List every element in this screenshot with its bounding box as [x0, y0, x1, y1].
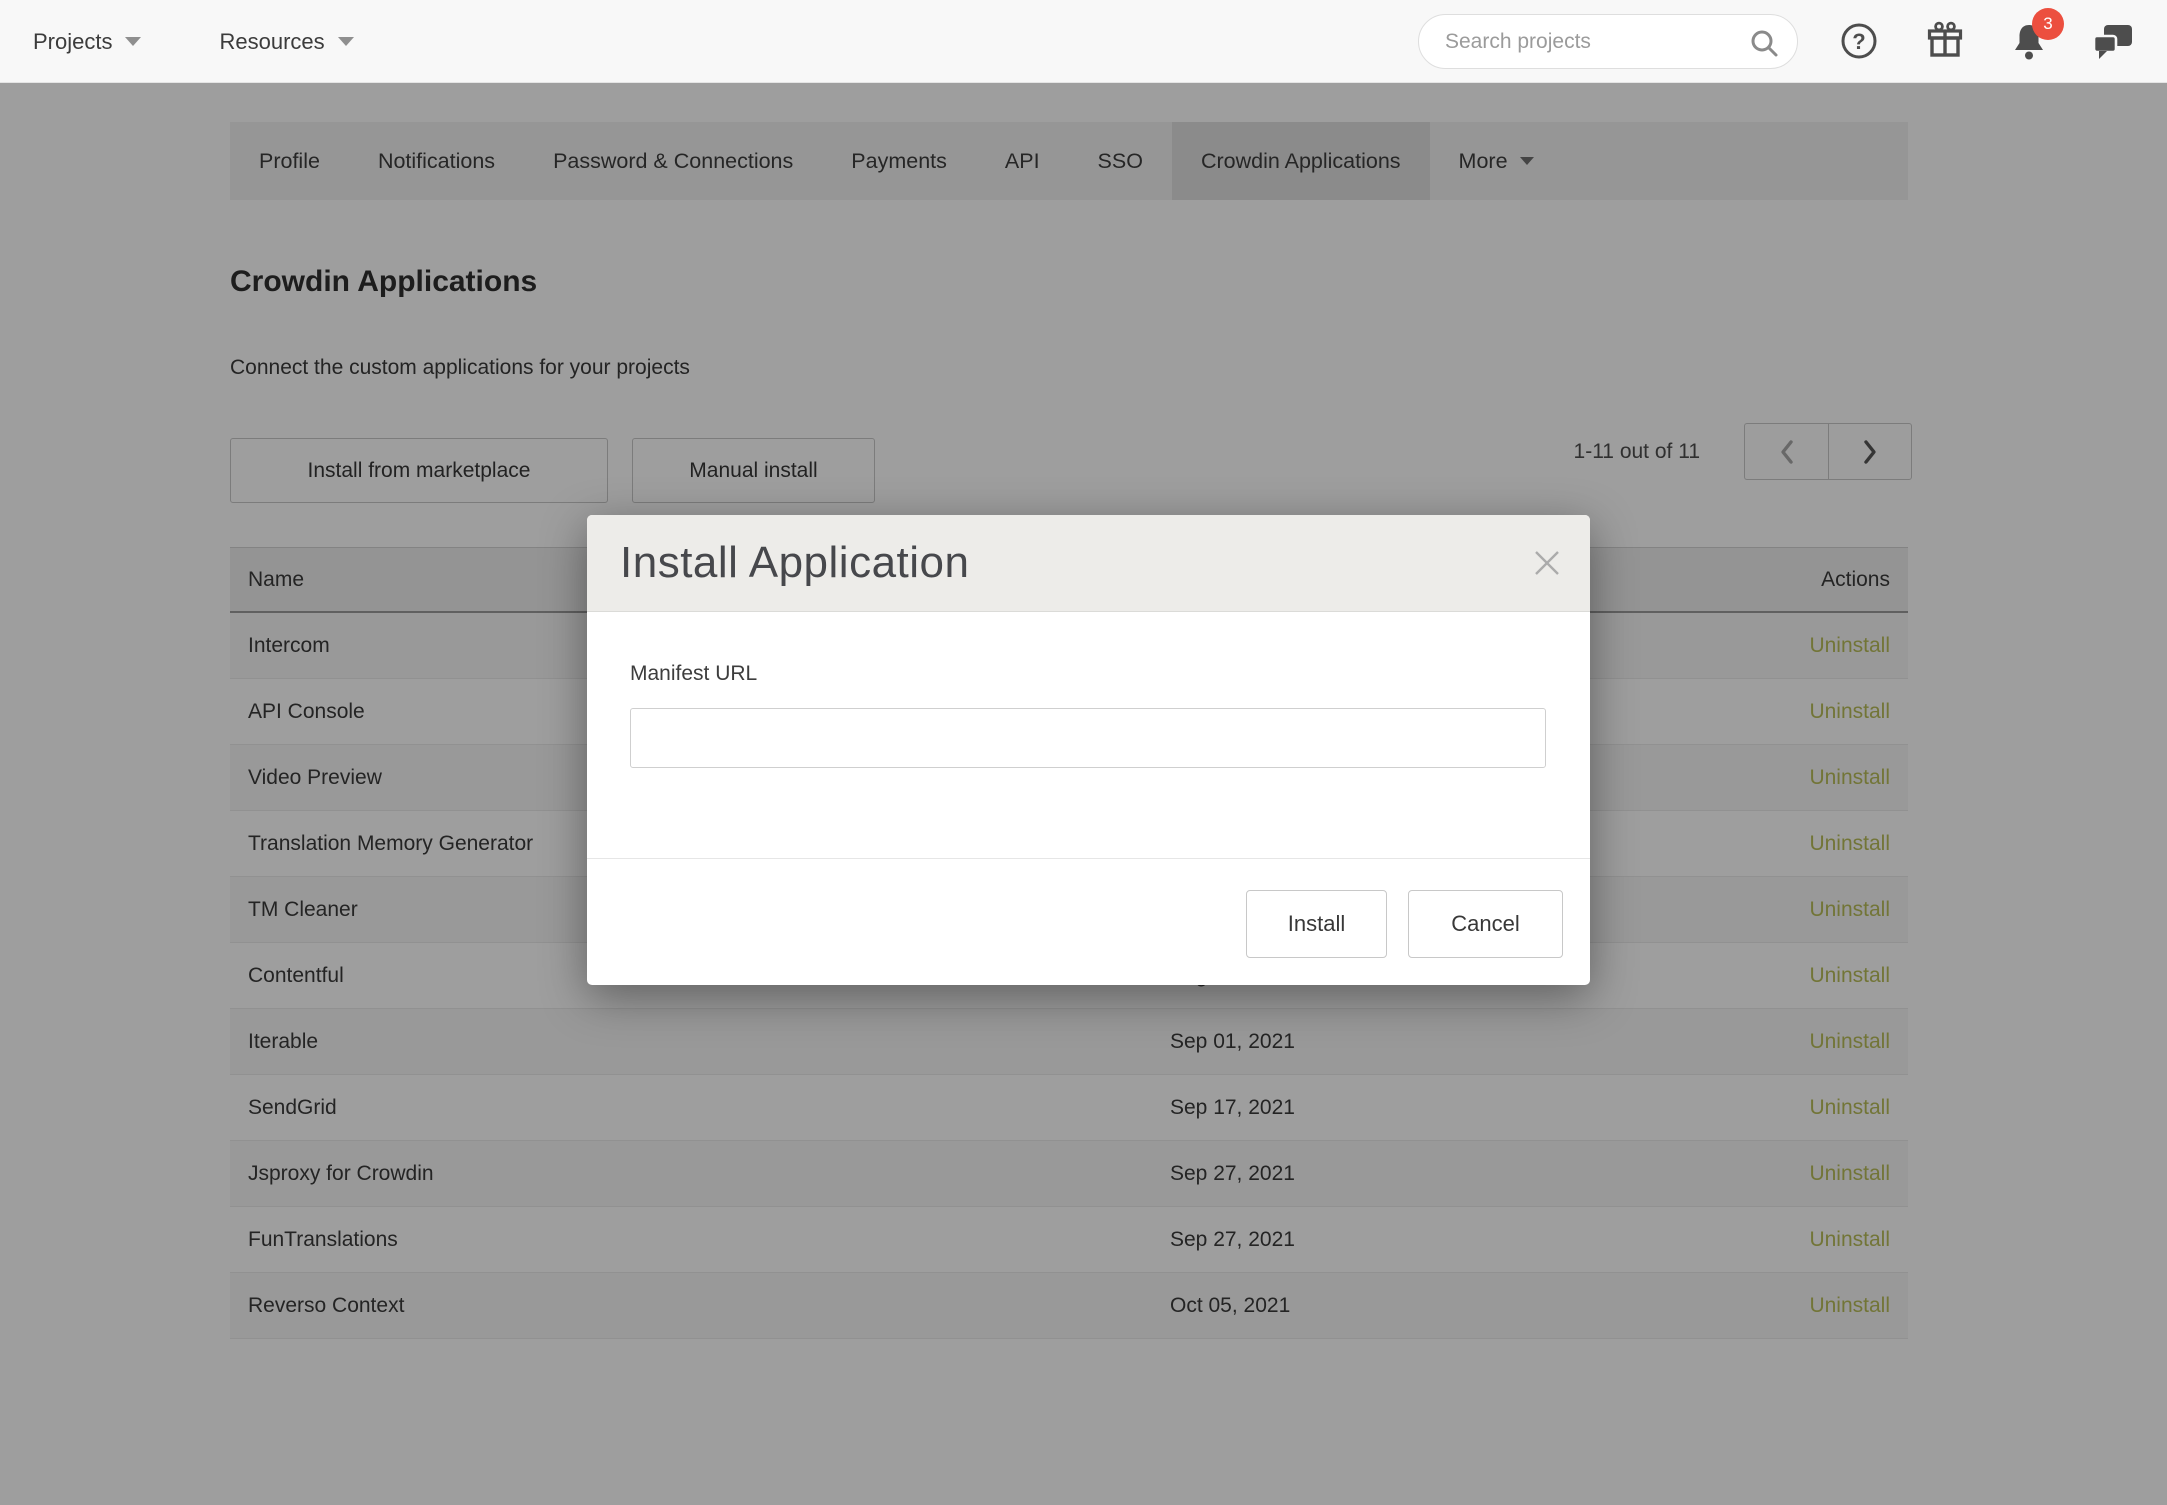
- projects-menu[interactable]: Projects: [33, 29, 141, 55]
- gift-icon[interactable]: [1925, 21, 1965, 66]
- resources-menu-label: Resources: [219, 29, 324, 55]
- navbar-menu: Projects Resources: [33, 0, 354, 83]
- install-application-modal: Install Application Manifest URL Install…: [587, 515, 1590, 985]
- modal-title: Install Application: [620, 515, 970, 610]
- chevron-down-icon: [338, 37, 354, 46]
- search-input[interactable]: [1445, 15, 1745, 68]
- resources-menu[interactable]: Resources: [219, 29, 353, 55]
- search-icon[interactable]: [1749, 28, 1779, 63]
- projects-menu-label: Projects: [33, 29, 112, 55]
- manifest-url-input[interactable]: [630, 708, 1546, 768]
- manifest-url-label: Manifest URL: [630, 662, 757, 686]
- chat-icon[interactable]: [2092, 23, 2134, 66]
- install-button[interactable]: Install: [1246, 890, 1387, 958]
- close-icon[interactable]: [1530, 546, 1564, 580]
- modal-header: Install Application: [587, 515, 1590, 612]
- top-navbar: Projects Resources ?: [0, 0, 2167, 83]
- notification-badge: 3: [2032, 8, 2064, 40]
- search-box: [1418, 14, 1798, 69]
- modal-footer: Install Cancel: [587, 858, 1590, 985]
- help-icon[interactable]: ?: [1840, 22, 1878, 65]
- svg-text:?: ?: [1852, 29, 1865, 54]
- cancel-button[interactable]: Cancel: [1408, 890, 1563, 958]
- chevron-down-icon: [125, 37, 141, 46]
